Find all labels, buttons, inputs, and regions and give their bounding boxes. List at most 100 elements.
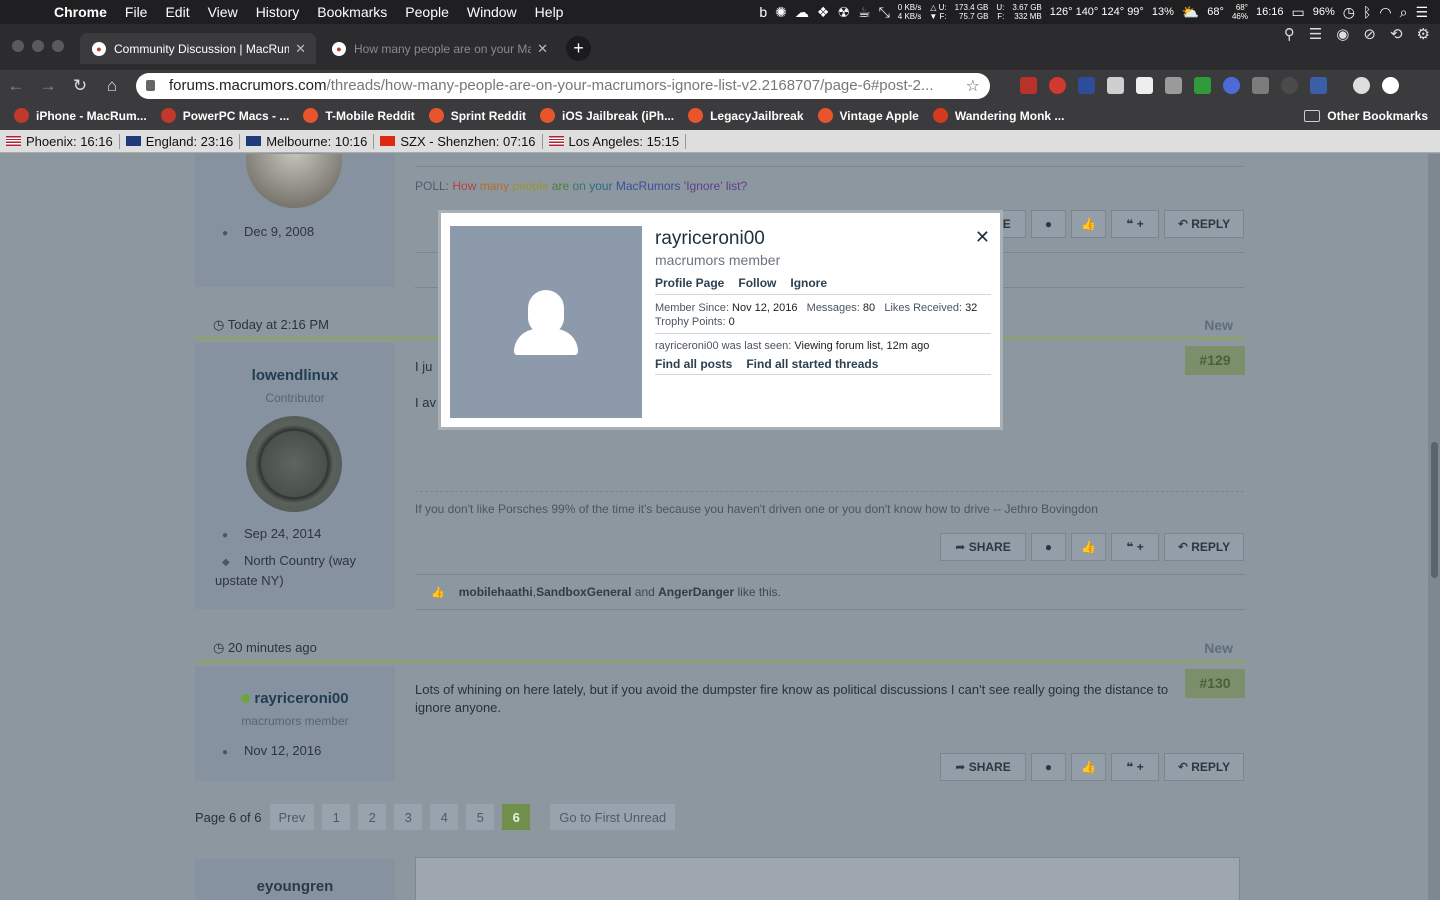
first-unread-button[interactable]: Go to First Unread [550, 804, 676, 830]
menubar-time[interactable]: 16:16 [1256, 6, 1284, 18]
list-icon[interactable]: ☰ [1309, 25, 1322, 43]
extension-icon[interactable] [1194, 77, 1211, 94]
bookmark-item[interactable]: T-Mobile Reddit [303, 108, 415, 123]
scrollbar-thumb[interactable] [1431, 442, 1438, 578]
circle-slash-icon[interactable]: ⊘ [1363, 25, 1376, 43]
page-link[interactable]: 2 [358, 804, 387, 830]
menu-dot-icon[interactable] [1382, 77, 1399, 94]
close-tab-icon[interactable]: ✕ [295, 41, 306, 57]
menu-view[interactable]: View [199, 4, 247, 20]
extension-icon[interactable] [1136, 77, 1153, 94]
post-username[interactable]: lowendlinux [195, 367, 395, 384]
post-number[interactable]: #129 [1185, 346, 1245, 375]
multiquote-button[interactable]: ❝ + [1111, 210, 1159, 238]
liker-link[interactable]: mobilehaathi [459, 585, 533, 599]
coffee-icon[interactable]: ☕ [858, 4, 871, 21]
reply-button[interactable]: ↶ REPLY [1164, 753, 1244, 781]
menu-file[interactable]: File [116, 4, 157, 20]
close-window-button[interactable] [12, 40, 24, 52]
page-link[interactable]: 4 [430, 804, 459, 830]
post-number[interactable]: #130 [1185, 669, 1245, 698]
gear-icon[interactable]: ⚙ [1417, 25, 1430, 43]
bookmark-item[interactable]: Wandering Monk ... [932, 108, 1064, 123]
home-button[interactable]: ⌂ [96, 76, 128, 96]
tab-ignore-thread[interactable]: ● How many people are on your MacRumors … [320, 33, 558, 64]
multiquote-button[interactable]: ❝ + [1111, 753, 1159, 781]
reply-button[interactable]: ↶ REPLY [1164, 533, 1244, 561]
extension-icon[interactable] [1165, 77, 1182, 94]
report-button[interactable]: ● [1031, 210, 1066, 238]
clock-phoenix[interactable]: Phoenix: 16:16 [0, 133, 120, 149]
minimize-window-button[interactable] [32, 40, 44, 52]
share-button[interactable]: ➦ SHARE [940, 753, 1026, 781]
notification-center-icon[interactable]: ☰ [1415, 4, 1428, 21]
share-button[interactable]: ➦ SHARE [940, 533, 1026, 561]
resize-icon[interactable]: ⤡ [879, 4, 890, 21]
network-speed[interactable]: 0 KB/s 4 KB/s [898, 3, 922, 21]
prev-page-button[interactable]: Prev [269, 804, 315, 830]
zoom-window-button[interactable] [52, 40, 64, 52]
post-username[interactable]: eyoungren [195, 878, 395, 895]
follow-link[interactable]: Follow [738, 276, 776, 290]
radiation-icon[interactable]: ☢ [837, 4, 850, 21]
extension-icon[interactable] [1281, 77, 1298, 94]
bookmark-item[interactable]: PowerPC Macs - ... [160, 108, 289, 123]
extension-icon[interactable] [1107, 77, 1124, 94]
menu-people[interactable]: People [396, 4, 458, 20]
close-tab-icon[interactable]: ✕ [537, 41, 548, 57]
multiquote-button[interactable]: ❝ + [1111, 533, 1159, 561]
menu-bookmarks[interactable]: Bookmarks [308, 4, 396, 20]
new-tab-button[interactable]: + [566, 36, 591, 61]
dropbox-icon[interactable]: ❖ [817, 4, 830, 21]
bookmark-item[interactable]: iOS Jailbreak (iPh... [540, 108, 674, 123]
page-link[interactable]: 3 [394, 804, 423, 830]
menu-help[interactable]: Help [526, 4, 573, 20]
extension-icon[interactable] [1020, 77, 1037, 94]
menu-window[interactable]: Window [458, 4, 526, 20]
back-button[interactable]: ← [0, 76, 32, 96]
address-bar[interactable]: forums.macrumors.com /threads/how-many-p… [136, 72, 990, 99]
disk1-values[interactable]: 173.4 GB 75.7 GB [955, 3, 989, 21]
weather-range[interactable]: 68° 46% [1232, 3, 1248, 21]
adblock-icon[interactable] [1049, 77, 1066, 94]
reload-button[interactable]: ↻ [64, 76, 96, 96]
profile-avatar-icon[interactable] [1353, 77, 1370, 94]
extension-icon[interactable] [1078, 77, 1095, 94]
wifi-icon[interactable]: ◠ [1379, 4, 1391, 21]
like-button[interactable]: 👍 [1071, 533, 1106, 561]
report-button[interactable]: ● [1031, 753, 1066, 781]
signature-poll-link[interactable]: POLL: How many people are on your MacRum… [415, 179, 747, 193]
clock-shenzhen[interactable]: SZX - Shenzhen: 07:16 [374, 133, 543, 149]
menu-history[interactable]: History [247, 4, 309, 20]
extension-icon[interactable] [1223, 77, 1240, 94]
member-avatar[interactable] [450, 226, 642, 418]
sync-icon[interactable]: ⟲ [1390, 25, 1403, 43]
current-page[interactable]: 6 [502, 804, 531, 830]
liker-link[interactable]: AngerDanger [658, 585, 734, 599]
spotlight-search-icon[interactable]: ⌕ [1400, 4, 1408, 21]
antenna-icon[interactable]: ⚲ [1284, 25, 1295, 43]
find-all-threads-link[interactable]: Find all started threads [746, 357, 878, 371]
bookmark-item[interactable]: LegacyJailbreak [688, 108, 804, 123]
disk2-values[interactable]: 3.67 GB 332 MB [1012, 3, 1041, 21]
weather-icon[interactable]: ⛅ [1182, 4, 1199, 21]
page-link[interactable]: 1 [322, 804, 351, 830]
cloud-upload-icon[interactable]: ☁ [795, 4, 809, 21]
extension-icon[interactable] [1310, 77, 1327, 94]
tab-community-discussion[interactable]: ● Community Discussion | MacRumors ✕ [80, 33, 316, 64]
time-machine-icon[interactable]: ◷ [1343, 4, 1355, 21]
other-bookmarks-folder[interactable]: Other Bookmarks [1304, 109, 1428, 123]
profile-page-link[interactable]: Profile Page [655, 276, 724, 290]
bookmark-item[interactable]: Vintage Apple [817, 108, 919, 123]
page-scrollbar[interactable] [1428, 154, 1440, 900]
like-button[interactable]: 👍 [1071, 753, 1106, 781]
bookmark-item[interactable]: Sprint Reddit [428, 108, 526, 123]
page-link[interactable]: 5 [466, 804, 495, 830]
forward-button[interactable]: → [32, 76, 64, 96]
battery-percent[interactable]: 96% [1313, 6, 1335, 18]
clock-los-angeles[interactable]: Los Angeles: 15:15 [543, 133, 687, 149]
weather-temp[interactable]: 68° [1207, 6, 1224, 18]
clock-england[interactable]: England: 23:16 [120, 133, 241, 149]
quick-reply-editor[interactable] [415, 857, 1240, 900]
menu-edit[interactable]: Edit [156, 4, 198, 20]
